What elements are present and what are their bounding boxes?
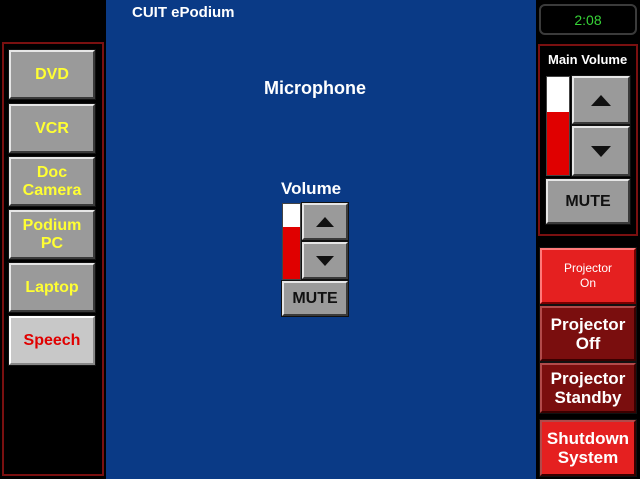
shutdown-system-button[interactable]: Shutdown System (539, 419, 637, 477)
triangle-down-icon (316, 255, 334, 266)
mic-meter-empty-portion (283, 204, 300, 227)
volume-label: Volume (281, 179, 342, 198)
source-podium-pc-button[interactable]: Podium PC (8, 209, 96, 260)
projector-standby-button[interactable]: Projector Standby (539, 362, 637, 414)
triangle-up-icon (591, 94, 611, 106)
projector-on-button[interactable]: Projector On (539, 247, 637, 305)
mic-volume-down-button[interactable] (301, 241, 349, 280)
top-left-blank (0, 0, 106, 40)
app-title: CUIT ePodium (132, 4, 235, 21)
mic-volume-meter (282, 203, 301, 280)
projector-off-button[interactable]: Projector Off (539, 305, 637, 362)
main-volume-meter (546, 76, 570, 176)
clock-display: 2:08 (539, 4, 637, 35)
triangle-down-icon (591, 145, 611, 157)
source-speech-button[interactable]: Speech (8, 315, 96, 366)
section-title: Microphone (264, 78, 366, 98)
main-volume-down-button[interactable] (571, 125, 631, 177)
source-dvd-button[interactable]: DVD (8, 49, 96, 100)
mic-volume-up-button[interactable] (301, 202, 349, 241)
mic-mute-button[interactable]: MUTE (281, 280, 349, 317)
triangle-up-icon (316, 216, 334, 227)
source-vcr-button[interactable]: VCR (8, 103, 96, 154)
main-volume-label: Main Volume (548, 52, 628, 67)
source-laptop-button[interactable]: Laptop (8, 262, 96, 313)
main-mute-button[interactable]: MUTE (545, 178, 631, 225)
source-doc-camera-button[interactable]: Doc Camera (8, 156, 96, 207)
main-volume-up-button[interactable] (571, 75, 631, 125)
main-meter-empty-portion (547, 77, 569, 113)
